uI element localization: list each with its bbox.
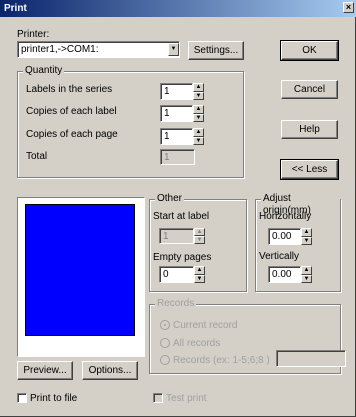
window-title: Print — [4, 3, 27, 14]
spin-down-icon[interactable]: ▼ — [301, 236, 312, 245]
spin-down-icon[interactable]: ▼ — [194, 274, 205, 283]
copies-label-spinner[interactable]: ▲ ▼ — [193, 105, 204, 122]
empty-pages-label: Empty pages — [153, 252, 212, 263]
close-icon[interactable]: × — [343, 2, 354, 13]
print-dialog: Print × Printer: printer1,->COM1: ▼ Sett… — [0, 0, 356, 417]
test-print-checkbox — [153, 393, 163, 403]
spin-down-icon[interactable]: ▼ — [301, 274, 312, 283]
vertically-label: Vertically — [259, 251, 300, 262]
options-button[interactable]: Options... — [82, 361, 138, 380]
copies-page-label: Copies of each page — [26, 129, 118, 140]
preview-label-area — [25, 204, 135, 336]
printer-label: Printer: — [17, 29, 50, 40]
spin-up-icon[interactable]: ▲ — [301, 266, 312, 275]
title-bar[interactable]: Print × — [0, 0, 356, 17]
vertically-input[interactable]: 0.00 — [268, 266, 301, 283]
label-preview — [17, 197, 145, 357]
copies-label-label: Copies of each label — [26, 106, 117, 117]
current-record-label: Current record — [173, 320, 238, 331]
spin-up-icon[interactable]: ▲ — [193, 83, 204, 92]
total-value: 1 — [160, 149, 195, 165]
current-record-radio — [160, 320, 170, 330]
spin-down-icon[interactable]: ▼ — [193, 136, 204, 145]
print-to-file-label: Print to file — [30, 393, 78, 404]
copies-label-input[interactable]: 1 — [160, 105, 193, 122]
help-button[interactable]: Help — [281, 120, 338, 139]
labels-in-series-spinner[interactable]: ▲ ▼ — [193, 83, 204, 100]
less-button[interactable]: << Less — [280, 159, 339, 180]
labels-in-series-label: Labels in the series — [26, 84, 113, 95]
chevron-down-icon[interactable]: ▼ — [168, 43, 179, 56]
spin-up-icon[interactable]: ▲ — [301, 228, 312, 237]
vertically-spinner[interactable]: ▲ ▼ — [301, 266, 312, 283]
spin-up-icon[interactable]: ▲ — [194, 266, 205, 275]
records-range-input — [276, 350, 346, 367]
print-to-file-checkbox[interactable] — [17, 393, 27, 403]
cancel-button[interactable]: Cancel — [281, 80, 338, 99]
records-title: Records — [155, 298, 197, 310]
settings-button[interactable]: Settings... — [188, 41, 244, 60]
ok-button[interactable]: OK — [280, 40, 339, 61]
start-at-label-label: Start at label — [153, 211, 210, 222]
spin-up-icon[interactable]: ▲ — [193, 128, 204, 137]
spin-down-icon[interactable]: ▼ — [193, 91, 204, 100]
preview-button[interactable]: Preview... — [17, 361, 73, 380]
all-records-label: All records — [173, 338, 221, 349]
horizontally-label: Horizontally — [259, 211, 312, 222]
records-range-label: Records (ex: 1-5;6;8 ) — [173, 355, 270, 366]
quantity-title: Quantity — [23, 65, 65, 77]
printer-select[interactable]: printer1,->COM1: — [17, 41, 180, 58]
horizontally-spinner[interactable]: ▲ ▼ — [301, 228, 312, 245]
start-at-label-input: 1 — [159, 228, 194, 244]
all-records-radio — [160, 338, 170, 348]
copies-page-spinner[interactable]: ▲ ▼ — [193, 128, 204, 145]
empty-pages-input[interactable]: 0 — [159, 266, 194, 283]
test-print-label: Test print — [166, 393, 207, 404]
spin-up-icon: ▲ — [194, 228, 205, 236]
start-at-label-spinner: ▲ ▼ — [194, 228, 205, 244]
horizontally-input[interactable]: 0.00 — [268, 228, 301, 245]
spin-down-icon: ▼ — [194, 236, 205, 244]
other-title: Other — [155, 193, 185, 205]
records-range-radio — [160, 355, 170, 365]
total-label: Total — [26, 151, 48, 162]
copies-page-input[interactable]: 1 — [160, 128, 193, 145]
empty-pages-spinner[interactable]: ▲ ▼ — [194, 266, 205, 283]
spin-down-icon[interactable]: ▼ — [193, 113, 204, 122]
labels-in-series-input[interactable]: 1 — [160, 83, 193, 100]
spin-up-icon[interactable]: ▲ — [193, 105, 204, 114]
